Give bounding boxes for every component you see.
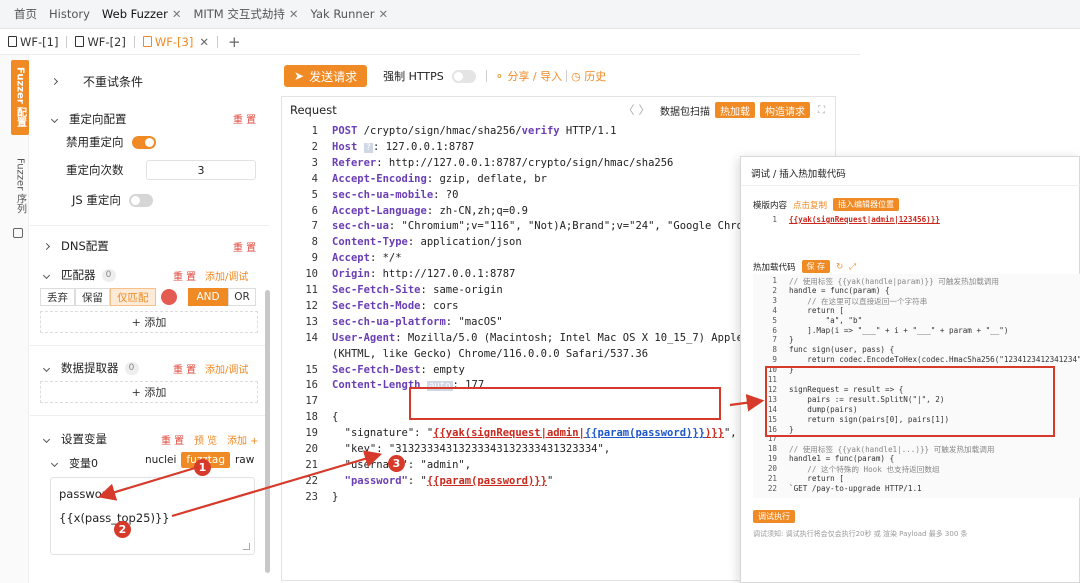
annotation-marker-1: 1 bbox=[194, 459, 211, 476]
annotation-arrows bbox=[97, 394, 765, 518]
annotation-marker-3: 3 bbox=[388, 455, 405, 472]
annotation-marker-2: 2 bbox=[114, 521, 131, 538]
